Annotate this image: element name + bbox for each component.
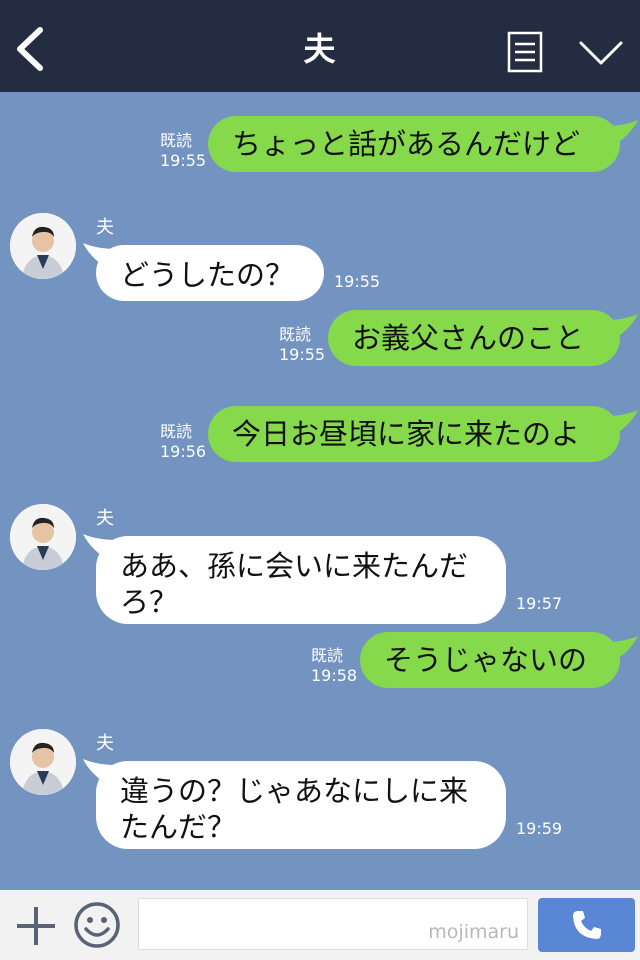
message-time: 19:56 [160, 442, 207, 461]
message-time: 19:55 [160, 151, 207, 170]
avatar[interactable] [10, 213, 76, 279]
message-text: お義父さんのこと [352, 321, 585, 355]
message-time: 19:55 [334, 272, 381, 291]
outgoing-message-bubble[interactable]: お義父さんのこと [328, 310, 620, 366]
bubble-tail [604, 636, 638, 664]
bubble-tail [604, 314, 638, 342]
avatar[interactable] [10, 504, 76, 570]
message-time: 19:59 [516, 819, 563, 838]
incoming-message-bubble[interactable]: どうしたの？ [96, 245, 324, 301]
message-input-bar: mojimaru [0, 890, 640, 960]
read-receipt: 既読 [160, 131, 193, 150]
chat-title: 夫 [303, 30, 337, 68]
smiley-icon[interactable] [73, 901, 121, 949]
message-text-line: 違うの？じゃあなにしに来 [120, 774, 469, 808]
outgoing-message-bubble[interactable]: ちょっと話があるんだけど [208, 116, 620, 172]
message-time: 19:58 [311, 666, 358, 685]
message-text-line: たんだ？ [120, 810, 237, 844]
read-receipt: 既読 [279, 325, 312, 344]
outgoing-message-bubble[interactable]: そうじゃないの [360, 632, 620, 688]
incoming-message-bubble[interactable]: ああ、孫に会いに来たんだ ろ？ [96, 536, 506, 624]
message-text: 今日お昼頃に家に来たのよ [232, 417, 581, 451]
message-time: 19:57 [516, 594, 563, 613]
avatar[interactable] [10, 729, 76, 795]
message-text-line: ろ？ [120, 585, 179, 619]
message-text-line: ああ、孫に会いに来たんだ [120, 549, 469, 583]
read-receipt: 既読 [160, 422, 193, 441]
incoming-message-bubble[interactable]: 違うの？じゃあなにしに来 たんだ？ [96, 761, 506, 849]
plus-icon[interactable] [14, 904, 58, 948]
call-button[interactable] [538, 898, 635, 952]
message-meta: 既読 19:56 [160, 422, 206, 462]
message-text: どうしたの？ [120, 258, 295, 292]
chat-header: 夫 [0, 0, 640, 92]
sender-name: 夫 [96, 733, 114, 754]
message-text: ちょっと話があるんだけど [232, 127, 581, 161]
outgoing-message-bubble[interactable]: 今日お昼頃に家に来たのよ [208, 406, 620, 462]
list-icon[interactable] [507, 31, 543, 73]
bubble-tail [604, 410, 638, 438]
sender-name: 夫 [96, 217, 114, 238]
bubble-tail [604, 120, 638, 148]
watermark-text: mojimaru [428, 921, 519, 943]
message-meta: 既読 19:58 [311, 646, 357, 686]
chevron-down-icon[interactable] [578, 38, 624, 68]
sender-name: 夫 [96, 508, 114, 529]
message-meta: 既読 19:55 [279, 325, 325, 365]
message-meta: 既読 19:55 [160, 131, 206, 171]
read-receipt: 既読 [311, 646, 344, 665]
message-text: そうじゃないの [384, 643, 588, 677]
chat-area[interactable]: 既読 19:55 ちょっと話があるんだけど 夫 どうしたの？ 19:55 既読 … [0, 92, 640, 890]
phone-icon [573, 911, 601, 939]
message-input[interactable]: mojimaru [138, 898, 528, 950]
message-time: 19:55 [279, 345, 326, 364]
